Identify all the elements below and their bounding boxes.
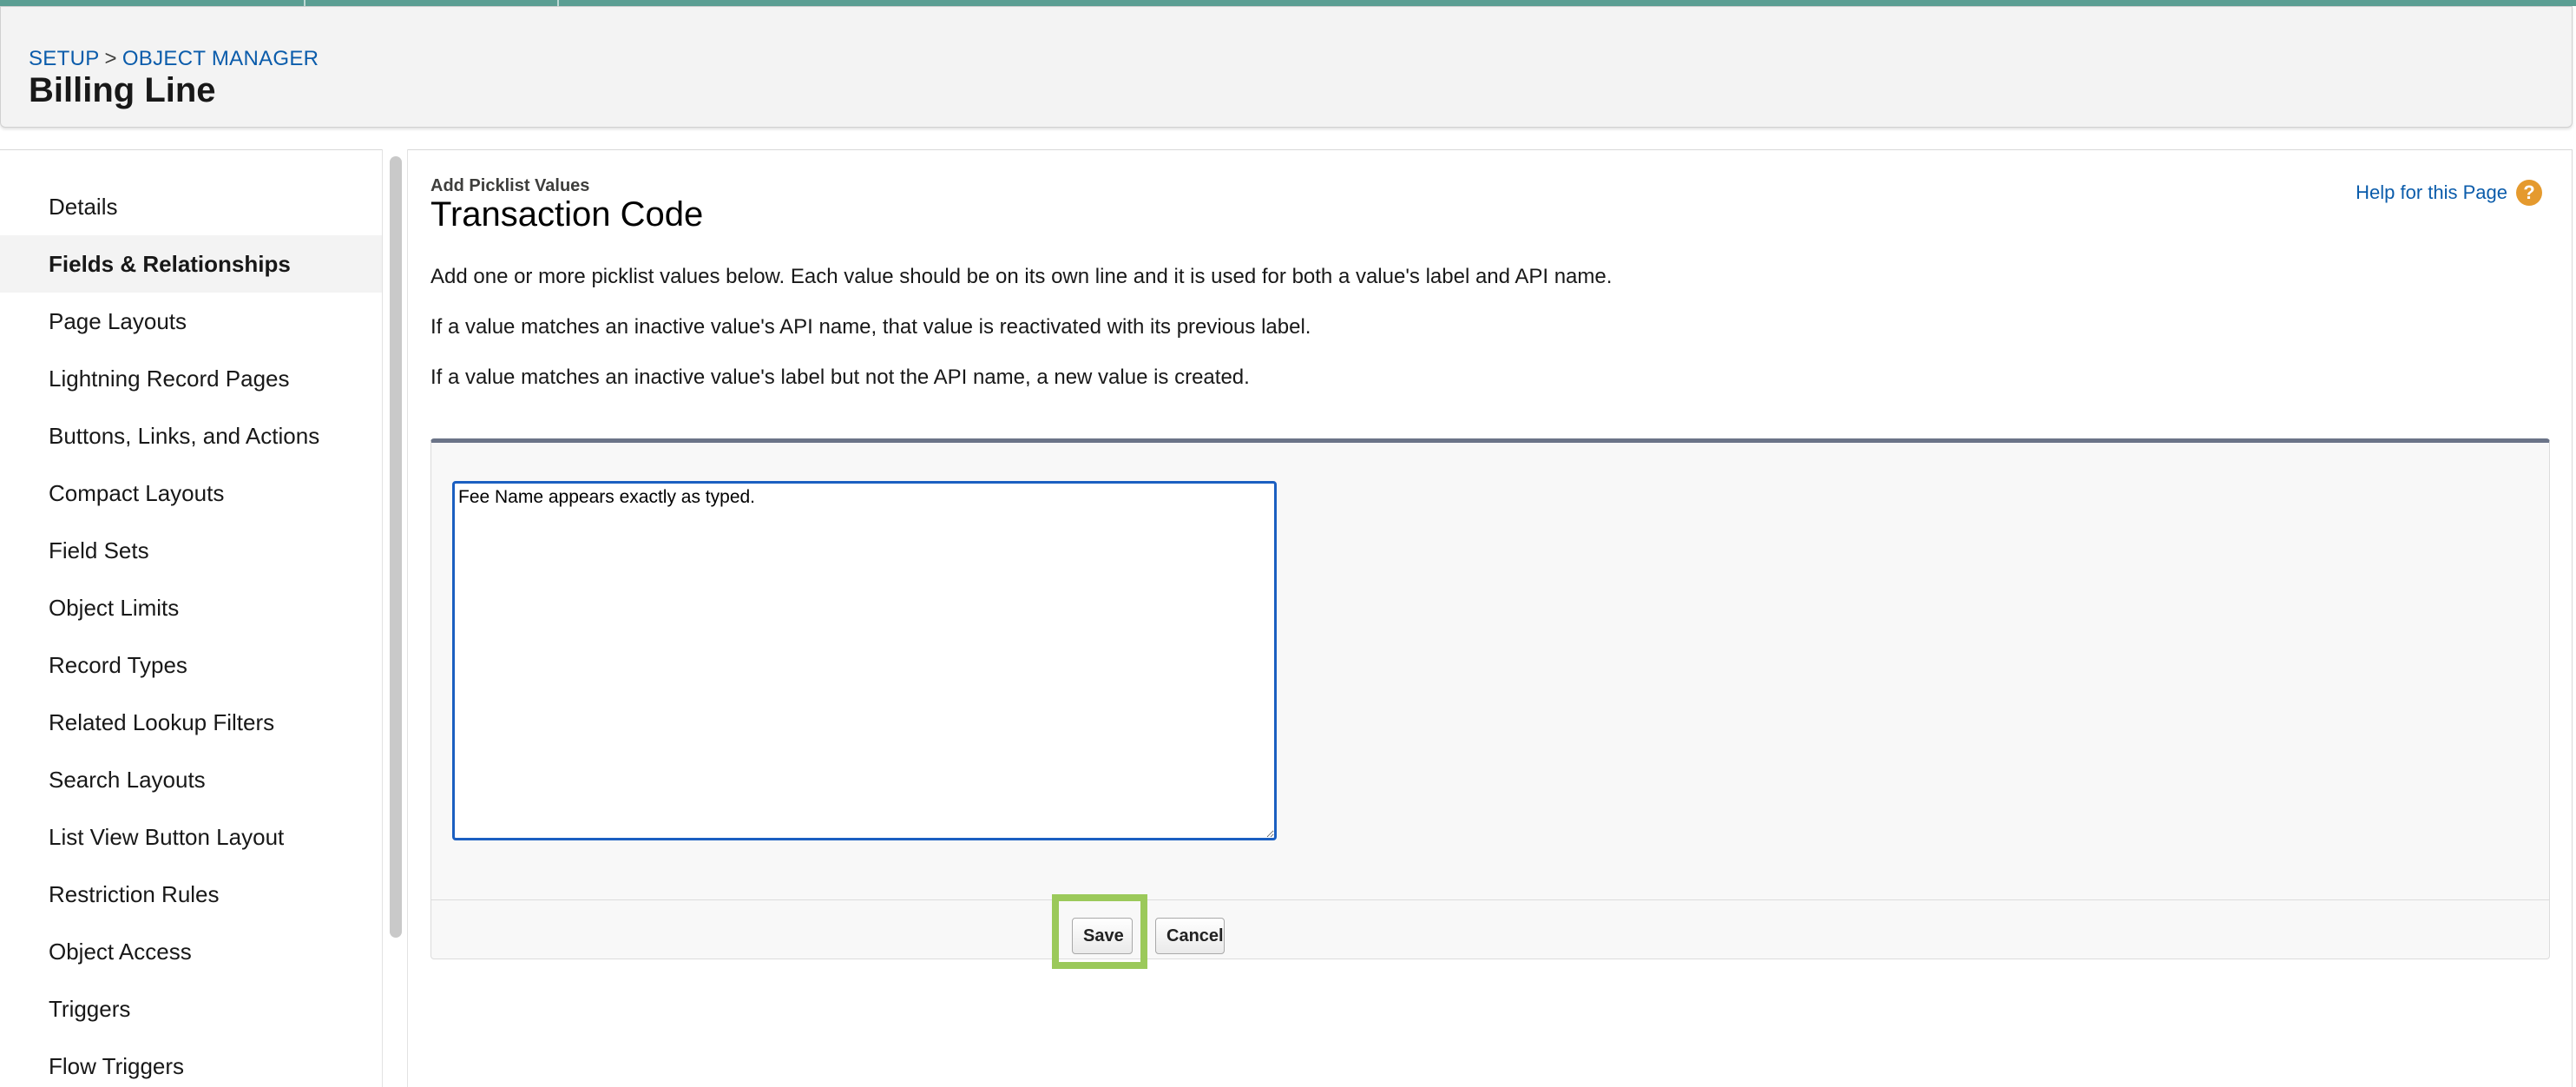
sidebar-item-search-layouts[interactable]: Search Layouts [0,751,382,808]
sidebar-scrollbar[interactable] [382,149,408,1087]
sidebar-item-field-sets[interactable]: Field Sets [0,522,382,579]
tab-divider [557,0,559,6]
section-subtitle: Add Picklist Values [430,176,590,195]
sidebar-item-list-view-button-layout[interactable]: List View Button Layout [0,808,382,866]
help-for-this-page-link[interactable]: Help for this Page ? [2356,180,2542,206]
breadcrumb-object-manager-link[interactable]: OBJECT MANAGER [122,47,319,70]
instruction-text: If a value matches an inactive value's A… [430,315,1311,339]
tab-divider [304,0,306,6]
picklist-values-textarea[interactable]: Fee Name appears exactly as typed. [452,481,1277,840]
breadcrumb-separator: > [104,47,117,70]
sidebar-item-object-access[interactable]: Object Access [0,923,382,980]
sidebar-item-page-layouts[interactable]: Page Layouts [0,293,382,350]
object-manager-sidebar: Details Fields & Relationships Page Layo… [0,149,382,1087]
sidebar-item-triggers[interactable]: Triggers [0,980,382,1038]
breadcrumb-setup-link[interactable]: SETUP [29,47,100,70]
help-link-label: Help for this Page [2356,181,2507,203]
page-header: SETUP > OBJECT MANAGER Billing Line [0,6,2573,128]
section-title: Transaction Code [430,195,704,234]
sidebar-item-buttons-links-actions[interactable]: Buttons, Links, and Actions [0,407,382,464]
sidebar-item-related-lookup-filters[interactable]: Related Lookup Filters [0,694,382,751]
instruction-text: Add one or more picklist values below. E… [430,265,1613,288]
sidebar-item-compact-layouts[interactable]: Compact Layouts [0,464,382,522]
page-title: Billing Line [29,71,216,109]
sidebar-item-fields-relationships[interactable]: Fields & Relationships [0,235,382,293]
sidebar-item-details[interactable]: Details [0,178,382,235]
sidebar-scrollbar-thumb[interactable] [390,156,402,938]
breadcrumb: SETUP > OBJECT MANAGER [29,47,319,71]
save-button[interactable]: Save [1072,918,1133,954]
sidebar-item-record-types[interactable]: Record Types [0,636,382,694]
cancel-button[interactable]: Cancel [1155,918,1225,954]
form-divider [431,899,2549,900]
picklist-values-form: Fee Name appears exactly as typed. Save … [430,438,2550,959]
main-content: Add Picklist Values Transaction Code Hel… [408,149,2573,1087]
question-mark-icon[interactable]: ? [2516,180,2542,206]
instruction-text: If a value matches an inactive value's l… [430,366,1250,389]
sidebar-item-restriction-rules[interactable]: Restriction Rules [0,866,382,923]
sidebar-item-flow-triggers[interactable]: Flow Triggers [0,1038,382,1087]
sidebar-item-object-limits[interactable]: Object Limits [0,579,382,636]
top-accent-strip [0,0,2576,6]
sidebar-item-lightning-record-pages[interactable]: Lightning Record Pages [0,350,382,407]
